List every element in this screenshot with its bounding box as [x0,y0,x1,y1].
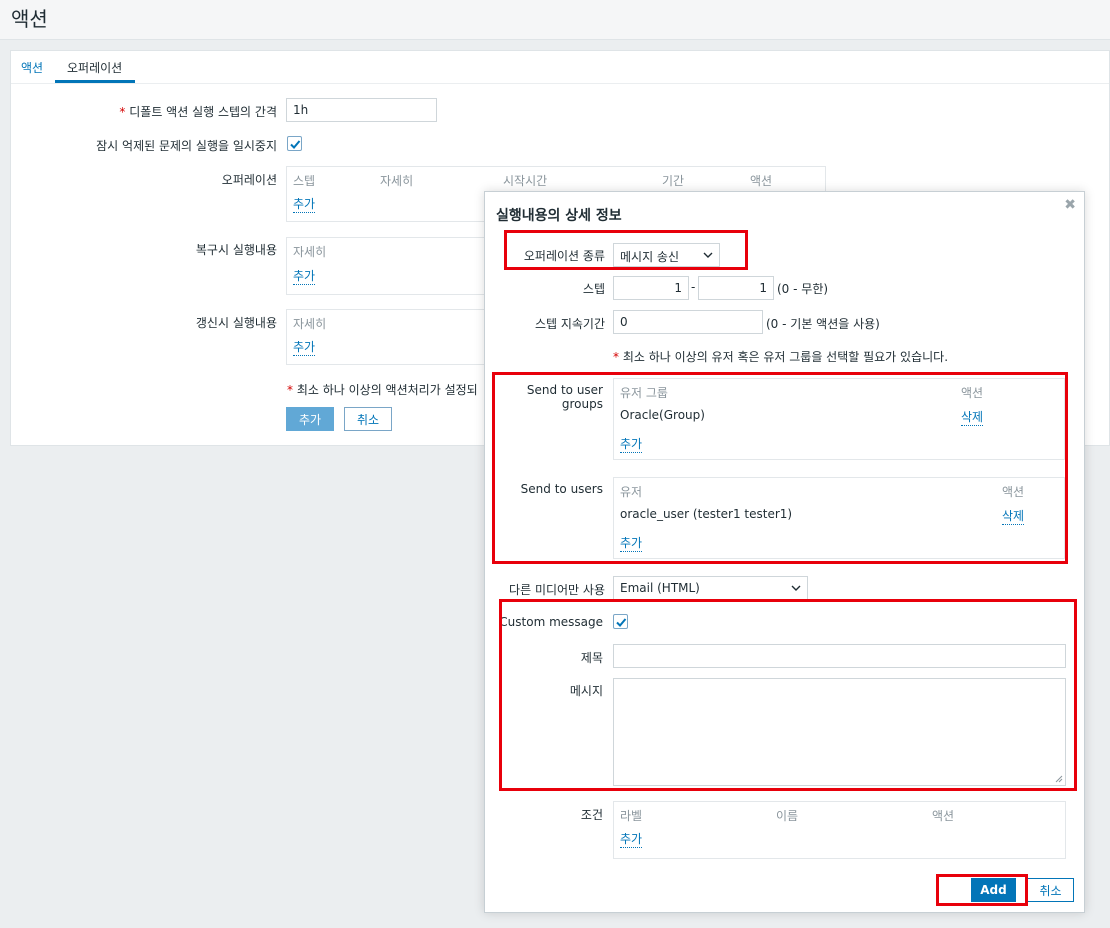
dialog-note: * 최소 하나 이상의 유저 혹은 유저 그룹을 선택할 필요가 있습니다. [613,348,948,365]
media-value: Email (HTML) [620,581,700,595]
step-duration-input[interactable] [613,310,763,334]
operation-type-value: 메시지 송신 [620,250,680,264]
tab-bar: 액션 오퍼레이션 [11,51,1109,84]
custom-message-checkbox[interactable] [613,614,628,629]
user-group-row-name: Oracle(Group) [620,408,705,422]
operations-add-link[interactable]: 추가 [293,195,316,213]
chevron-down-icon [791,585,801,591]
step-duration-hint: (0 - 기본 액션을 사용) [766,317,880,331]
check-icon [290,140,301,149]
custom-message-label: Custom message [499,615,603,629]
update-table: 자세히 추가 [286,309,486,365]
step-to-input[interactable] [698,276,774,300]
close-icon[interactable]: ✖ [1064,197,1076,213]
operations-col-start: 시작시간 [503,174,548,188]
tab-action[interactable]: 액션 [21,59,43,76]
operations-col-details: 자세히 [380,174,414,188]
user-groups-table: 유저 그룹 액션 Oracle(Group) 삭제 추가 [613,378,1065,460]
chevron-down-icon [703,252,713,258]
message-label: 메시지 [569,684,603,698]
recovery-col-details: 자세히 [293,245,327,259]
recovery-add-link[interactable]: 추가 [293,267,316,285]
user-group-remove-link[interactable]: 삭제 [961,408,984,426]
steps-hint: (0 - 무한) [777,282,829,296]
active-tab-indicator [55,80,135,83]
steps-label: 스텝 [582,282,605,296]
operation-type-select[interactable]: 메시지 송신 [613,243,720,267]
users-col-action: 액션 [1002,485,1025,499]
default-step-label: * 디폴트 액션 실행 스텝의 간격 [71,103,277,120]
required-marker: * [119,105,126,119]
user-row-name: oracle_user (tester1 tester1) [620,507,793,521]
conditions-label: 조건 [580,808,603,822]
conditions-col-action: 액션 [932,809,955,823]
page-title: 액션 [11,7,48,31]
form-cancel-button[interactable]: 취소 [344,407,392,431]
pause-checkbox[interactable] [287,136,302,151]
user-groups-add-link[interactable]: 추가 [620,435,643,453]
steps-separator: - [691,280,696,294]
check-icon [616,618,627,627]
dialog-note-required-marker: * [613,350,619,364]
default-step-input[interactable] [286,98,437,122]
media-select[interactable]: Email (HTML) [613,576,808,600]
operations-label: 오퍼레이션 [221,173,277,187]
update-col-details: 자세히 [293,317,327,331]
pause-label: 잠시 억제된 문제의 실행을 일시중지 [96,139,277,153]
page-header: 액션 [0,0,1110,40]
users-table: 유저 액션 oracle_user (tester1 tester1) 삭제 추… [613,477,1065,559]
operations-col-step: 스텝 [293,174,316,188]
user-groups-label: Send to user groups [526,383,603,411]
default-step-label-text: 디폴트 액션 실행 스텝의 간격 [129,105,277,119]
step-from-input[interactable] [613,276,689,300]
operations-col-action: 액션 [750,174,773,188]
operation-type-label: 오퍼레이션 종류 [523,249,605,263]
update-label: 갱신시 실행내용 [195,316,277,330]
conditions-col-name: 이름 [776,809,799,823]
operations-col-duration: 기간 [662,174,685,188]
tab-operations[interactable]: 오퍼레이션 [67,59,122,76]
form-note: * 최소 하나 이상의 액션처리가 설정되 [287,381,478,398]
dialog-title: 실행내용의 상세 정보 [496,208,622,224]
step-duration-label: 스텝 지속기간 [534,317,605,331]
note-required-marker: * [287,383,293,397]
conditions-table: 라벨 이름 액션 추가 [613,801,1066,859]
user-groups-col-group: 유저 그룹 [620,386,668,400]
subject-label: 제목 [580,651,603,665]
form-note-text: 최소 하나 이상의 액션처리가 설정되 [296,383,478,397]
users-label: Send to users [520,482,603,496]
conditions-col-label: 라벨 [620,809,643,823]
users-col-user: 유저 [620,485,643,499]
user-groups-col-action: 액션 [961,386,984,400]
dialog-add-button[interactable]: Add [971,878,1016,902]
conditions-add-link[interactable]: 추가 [620,830,643,848]
recovery-table: 자세히 추가 [286,237,486,295]
resize-grip-icon [1055,775,1063,783]
operation-details-dialog: 실행내용의 상세 정보 ✖ 오퍼레이션 종류 메시지 송신 스텝 - (0 - … [484,191,1085,913]
recovery-label: 복구시 실행내용 [195,243,277,257]
update-add-link[interactable]: 추가 [293,338,316,356]
dialog-cancel-button[interactable]: 취소 [1027,878,1074,902]
subject-input[interactable] [613,644,1066,668]
media-label: 다른 미디어만 사용 [509,583,605,597]
users-add-link[interactable]: 추가 [620,534,643,552]
user-remove-link[interactable]: 삭제 [1002,507,1025,525]
dialog-note-text: 최소 하나 이상의 유저 혹은 유저 그룹을 선택할 필요가 있습니다. [622,350,949,364]
form-add-button[interactable]: 추가 [286,407,334,431]
message-textarea[interactable] [613,678,1066,786]
